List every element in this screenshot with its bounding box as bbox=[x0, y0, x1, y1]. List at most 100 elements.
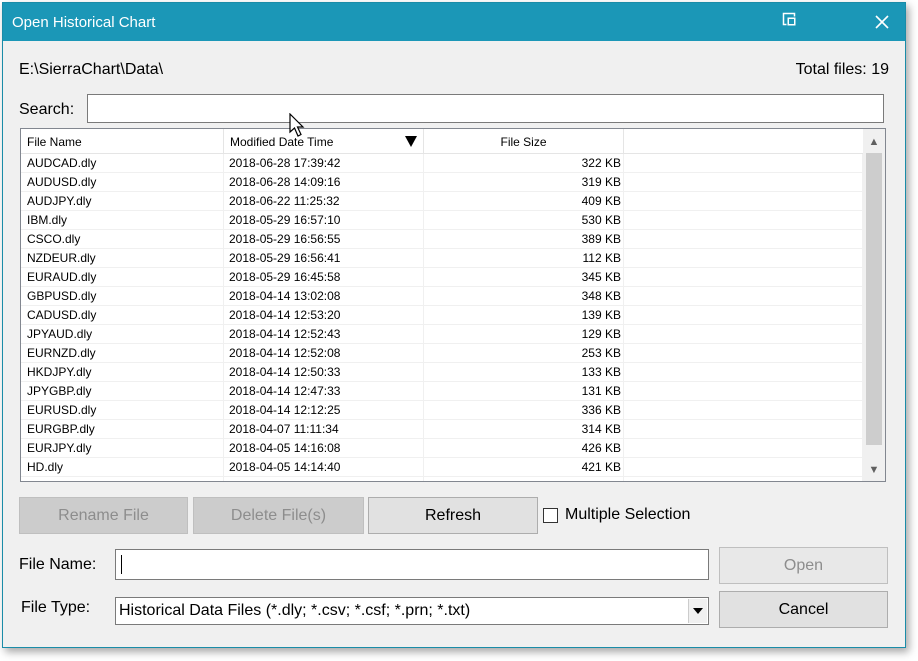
file-name-cell: AUDCAD.dly bbox=[21, 154, 224, 172]
file-size-cell: 314 KB bbox=[424, 420, 624, 438]
file-name-cell: EURUSD.dly bbox=[21, 401, 224, 419]
file-name-cell: EURNZD.dly bbox=[21, 344, 224, 362]
file-size-cell: 322 KB bbox=[424, 154, 624, 172]
modified-date-cell: 2018-05-29 16:57:10 bbox=[224, 211, 424, 229]
file-name-cell: AUDJPY.dly bbox=[21, 192, 224, 210]
file-size-cell: 118 KB bbox=[424, 477, 624, 481]
modified-date-cell: 2018-04-14 12:52:08 bbox=[224, 344, 424, 362]
modified-date-cell: 2018-06-22 11:25:32 bbox=[224, 192, 424, 210]
table-row[interactable]: JPYAUD.dly 2018-04-14 12:52:43 129 KB bbox=[21, 325, 863, 344]
filler-cell bbox=[624, 363, 863, 381]
file-size-cell: 319 KB bbox=[424, 173, 624, 191]
modified-date-cell: 2018-04-05 14:14:40 bbox=[224, 458, 424, 476]
table-row[interactable]: AUDJPY.dly 2018-06-22 11:25:32 409 KB bbox=[21, 192, 863, 211]
table-row[interactable]: CSCO.dly 2018-05-29 16:56:55 389 KB bbox=[21, 230, 863, 249]
filler-cell bbox=[624, 230, 863, 248]
sort-descending-icon bbox=[405, 136, 417, 147]
table-row[interactable]: HD.dly 2018-04-05 14:14:40 421 KB bbox=[21, 458, 863, 477]
table-row[interactable]: HKDJPY.dly 2018-04-14 12:50:33 133 KB bbox=[21, 363, 863, 382]
cancel-button[interactable]: Cancel bbox=[719, 591, 888, 628]
current-directory-path: E:\SierraChart\Data\ bbox=[19, 61, 164, 78]
search-label: Search: bbox=[19, 101, 75, 118]
table-row[interactable]: GBPUSD.dly 2018-04-14 13:02:08 348 KB bbox=[21, 287, 863, 306]
modified-date-cell: 2018-04-14 13:02:08 bbox=[224, 287, 424, 305]
filler-cell bbox=[624, 173, 863, 191]
multiple-selection-checkbox[interactable] bbox=[543, 508, 558, 523]
table-row[interactable]: JPYGBP.dly 2018-04-14 12:47:33 131 KB bbox=[21, 382, 863, 401]
rename-file-button[interactable]: Rename File bbox=[19, 497, 188, 534]
table-row[interactable]: AUDUSD.dly 2018-06-28 14:09:16 319 KB bbox=[21, 173, 863, 192]
filler-cell bbox=[624, 154, 863, 172]
filler-cell bbox=[624, 325, 863, 343]
modified-date-cell: 2018-06-28 14:09:16 bbox=[224, 173, 424, 191]
restore-window-icon[interactable] bbox=[782, 12, 798, 28]
file-size-cell: 139 KB bbox=[424, 306, 624, 324]
table-row[interactable]: EURAUD.dly 2018-05-29 16:45:58 345 KB bbox=[21, 268, 863, 287]
file-size-cell: 426 KB bbox=[424, 439, 624, 457]
file-size-cell: 112 KB bbox=[424, 249, 624, 267]
file-name-cell: EURJPY.dly bbox=[21, 439, 224, 457]
file-list[interactable]: File Name Modified Date Time File Size A… bbox=[20, 128, 886, 482]
table-row[interactable]: EURUSD.dly 2018-04-14 12:12:25 336 KB bbox=[21, 401, 863, 420]
file-size-cell: 129 KB bbox=[424, 325, 624, 343]
table-row[interactable]: EURNZD.dly 2018-04-14 12:52:08 253 KB bbox=[21, 344, 863, 363]
file-name-cell: NZDEUR.dly bbox=[21, 249, 224, 267]
column-header-modified-date-time[interactable]: Modified Date Time bbox=[224, 129, 424, 153]
filler-cell bbox=[624, 477, 863, 481]
modified-date-cell: 2018-04-14 12:12:25 bbox=[224, 401, 424, 419]
multiple-selection-label[interactable]: Multiple Selection bbox=[565, 506, 690, 524]
table-row[interactable]: IBM.dly 2018-05-29 16:57:10 530 KB bbox=[21, 211, 863, 230]
chevron-up-icon[interactable]: ▲ bbox=[863, 132, 885, 152]
table-row[interactable]: EURJPY.dly 2018-04-05 14:16:08 426 KB bbox=[21, 439, 863, 458]
table-row[interactable]: EURGBP.dly 2018-04-07 11:11:34 314 KB bbox=[21, 420, 863, 439]
filler-cell bbox=[624, 306, 863, 324]
file-size-cell: 336 KB bbox=[424, 401, 624, 419]
vertical-scrollbar[interactable]: ▲ ▼ bbox=[863, 129, 885, 481]
file-size-cell: 253 KB bbox=[424, 344, 624, 362]
file-name-cell: CADUSD.dly bbox=[21, 306, 224, 324]
table-row[interactable]: AUDCAD.dly 2018-06-28 17:39:42 322 KB bbox=[21, 154, 863, 173]
filler-cell bbox=[624, 287, 863, 305]
file-list-header: File Name Modified Date Time File Size bbox=[21, 129, 863, 154]
filler-cell bbox=[624, 192, 863, 210]
filler-cell bbox=[624, 458, 863, 476]
chevron-down-icon[interactable]: ▼ bbox=[863, 460, 885, 480]
modified-date-cell: 2018-04-05 14:16:08 bbox=[224, 439, 424, 457]
file-type-select[interactable]: Historical Data Files (*.dly; *.csv; *.c… bbox=[115, 597, 709, 625]
title-bar[interactable]: Open Historical Chart bbox=[3, 3, 905, 41]
file-size-cell: 131 KB bbox=[424, 382, 624, 400]
column-header-file-name[interactable]: File Name bbox=[21, 129, 224, 153]
file-name-cell: AUDUSD.dly bbox=[21, 173, 224, 191]
open-button[interactable]: Open bbox=[719, 547, 888, 584]
text-caret bbox=[121, 555, 122, 574]
window-title: Open Historical Chart bbox=[12, 14, 156, 31]
file-size-cell: 409 KB bbox=[424, 192, 624, 210]
scrollbar-thumb[interactable] bbox=[866, 153, 882, 445]
search-input[interactable] bbox=[87, 94, 884, 123]
table-row[interactable]: CADUSD.dly 2018-04-14 12:53:20 139 KB bbox=[21, 306, 863, 325]
open-historical-chart-dialog: Open Historical Chart E:\SierraChart\Dat… bbox=[2, 2, 906, 648]
close-icon[interactable] bbox=[873, 13, 891, 31]
filler-cell bbox=[624, 211, 863, 229]
file-name-cell: HD.dly bbox=[21, 458, 224, 476]
file-size-cell: 348 KB bbox=[424, 287, 624, 305]
file-name-cell: EURAUD.dly bbox=[21, 268, 224, 286]
filler-cell bbox=[624, 439, 863, 457]
modified-date-cell: 2018-04-14 12:47:33 bbox=[224, 382, 424, 400]
file-name-cell: JPYGBP.dly bbox=[21, 382, 224, 400]
modified-date-cell: 2018-05-29 16:56:55 bbox=[224, 230, 424, 248]
refresh-button[interactable]: Refresh bbox=[368, 497, 538, 534]
column-header-filler bbox=[624, 129, 863, 153]
file-type-dropdown-button[interactable] bbox=[688, 599, 707, 623]
file-name-input[interactable] bbox=[115, 549, 709, 580]
table-row[interactable]: NZDEUR.dly 2018-05-29 16:56:41 112 KB bbox=[21, 249, 863, 268]
modified-date-cell: 2018-04-05 14:13:41 bbox=[224, 477, 424, 481]
file-type-label: File Type: bbox=[21, 599, 91, 616]
delete-files-button[interactable]: Delete File(s) bbox=[193, 497, 364, 534]
table-row[interactable]: HKDEUR.dly2018-04-05 14:13:41118 KB bbox=[21, 477, 863, 481]
filler-cell bbox=[624, 249, 863, 267]
column-header-file-size[interactable]: File Size bbox=[424, 129, 624, 153]
file-size-cell: 345 KB bbox=[424, 268, 624, 286]
file-name-cell: GBPUSD.dly bbox=[21, 287, 224, 305]
file-list-rows: AUDCAD.dly 2018-06-28 17:39:42 322 KB AUDUS… bbox=[21, 154, 863, 481]
